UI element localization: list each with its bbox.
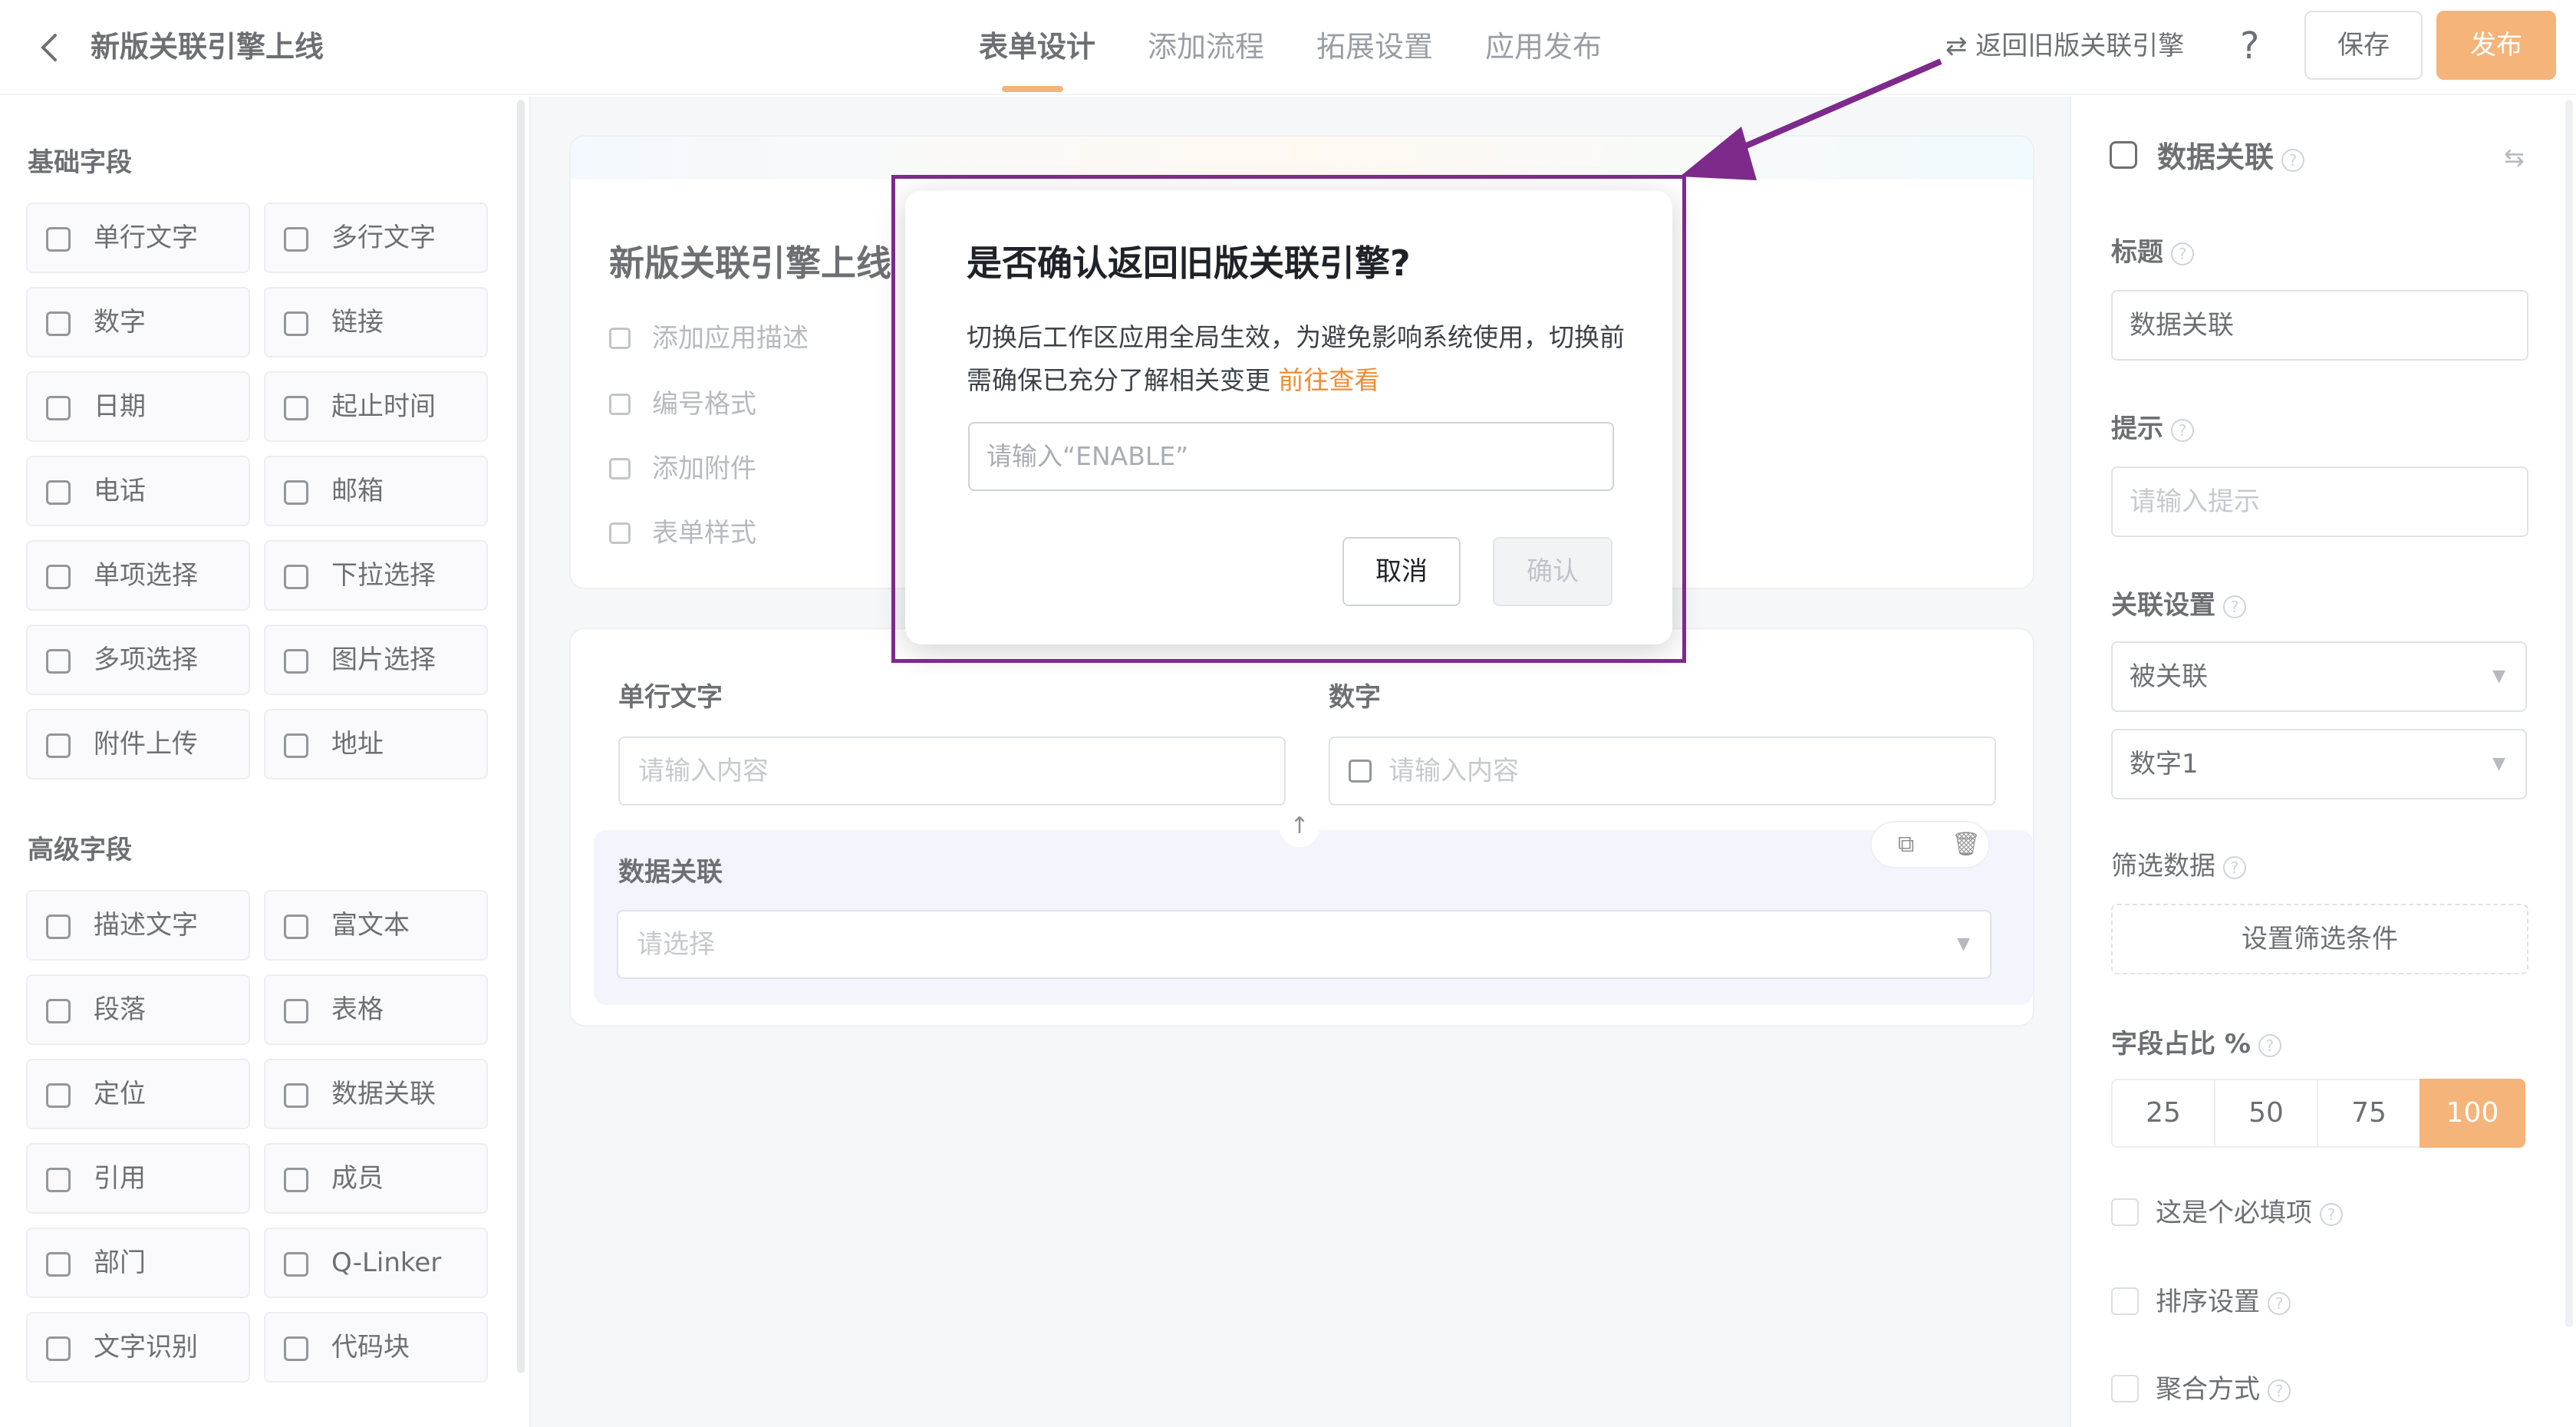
annotation-arrow [1680,58,1942,180]
annotation-highlight-box [891,175,1686,663]
